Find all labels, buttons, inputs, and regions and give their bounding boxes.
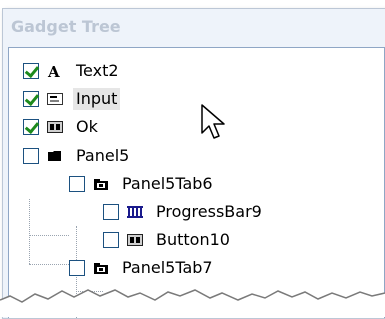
torn-edge-decoration [0,289,385,317]
mouse-cursor-icon [201,104,225,139]
